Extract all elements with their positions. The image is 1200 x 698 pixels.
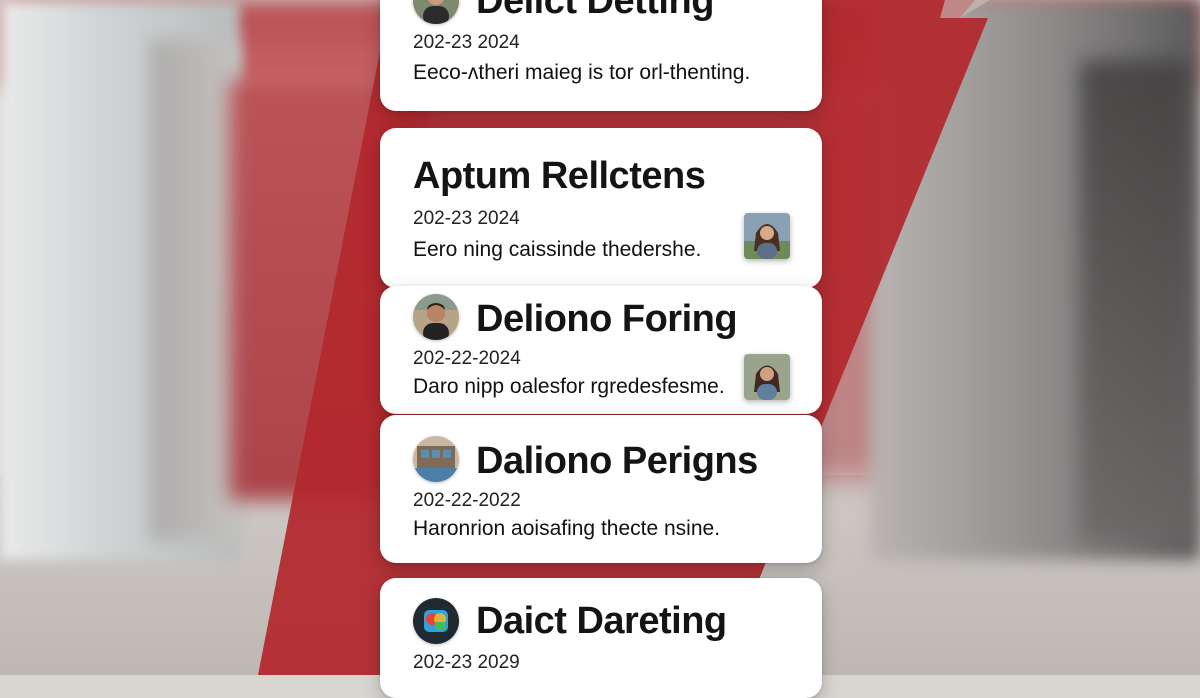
- card-title: Aptum Rellctens: [413, 155, 706, 197]
- card-description: Daro nipp oalesfor rgredesfesme.: [413, 375, 725, 398]
- card-description: Eero ning caissinde thedershe.: [413, 238, 702, 261]
- app-logo-avatar-icon: [413, 598, 459, 644]
- card-title: Delict Detting: [476, 0, 714, 22]
- card-title: Daict Dareting: [476, 600, 727, 642]
- feed-card[interactable]: Daict Dareting 202-23 2029: [380, 578, 822, 698]
- person-avatar-icon: [413, 0, 459, 24]
- card-title: Daliono Perigns: [476, 440, 758, 482]
- card-description: Eeco-ʌtheri maieg is tor orl-thenting.: [413, 61, 751, 84]
- card-date: 202-23 2024: [413, 208, 520, 229]
- feed-card[interactable]: Daliono Perigns 202-22-2022 Haronrion ao…: [380, 415, 822, 563]
- woman-photo-thumbnail-icon[interactable]: [744, 213, 790, 259]
- feed-card[interactable]: Aptum Rellctens 202-23 2024 Eero ning ca…: [380, 128, 822, 288]
- feed-card[interactable]: Delict Detting 202-23 2024 Eeco-ʌtheri m…: [380, 0, 822, 111]
- card-date: 202-23 2029: [413, 652, 520, 673]
- woman-photo-thumbnail-icon[interactable]: [744, 354, 790, 400]
- activity-feed: Delict Detting 202-23 2024 Eeco-ʌtheri m…: [380, 0, 822, 698]
- feed-card[interactable]: Deliono Foring 202-22-2024 Daro nipp oal…: [380, 286, 822, 414]
- card-title: Deliono Foring: [476, 298, 738, 340]
- card-date: 202-22-2022: [413, 490, 521, 511]
- card-date: 202-22-2024: [413, 348, 521, 369]
- building-avatar-icon: [413, 436, 459, 482]
- card-description: Haronrion aoisafing thecte nsine.: [413, 517, 721, 540]
- card-date: 202-23 2024: [413, 32, 520, 53]
- person-avatar-icon: [413, 294, 459, 340]
